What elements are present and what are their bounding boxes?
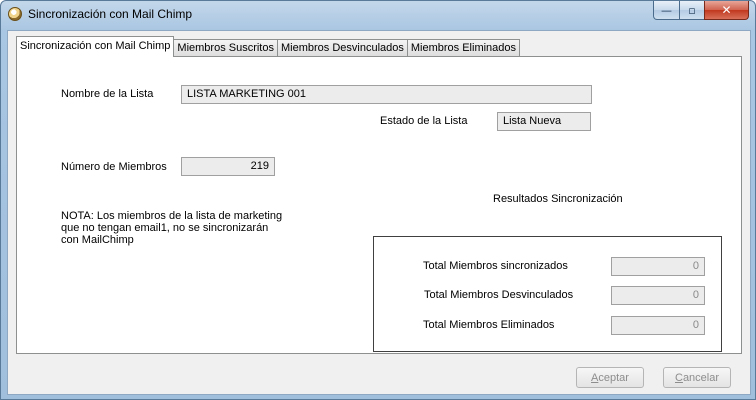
tab-sincronizacion[interactable]: Sincronización con Mail Chimp [16, 36, 175, 57]
maximize-icon: ▫ [688, 3, 696, 17]
minimize-button[interactable]: — [653, 1, 680, 20]
sync-note: NOTA: Los miembros de la lista de market… [61, 210, 291, 246]
dialog-client-area: Sincronización con Mail Chimp Miembros S… [7, 30, 751, 395]
close-button[interactable]: ✕ [704, 1, 749, 20]
minimize-icon: — [661, 3, 672, 17]
cancel-mnemonic: C [674, 371, 683, 384]
title-bar[interactable]: Sincronización con Mail Chimp — ▫ ✕ [1, 1, 755, 29]
cancel-button[interactable]: Cancelar [663, 367, 731, 388]
list-name-label: Nombre de la Lista [61, 88, 154, 100]
sync-note-line: que no tengan email1, no se sincronizará… [61, 222, 269, 234]
accept-mnemonic: A [591, 371, 599, 384]
cancel-label: ancelar [682, 371, 720, 384]
tab-strip: Sincronización con Mail Chimp Miembros S… [16, 36, 521, 57]
list-name-field[interactable]: LISTA MARKETING 001 [181, 85, 592, 104]
tab-miembros-eliminados[interactable]: Miembros Eliminados [406, 39, 521, 57]
synced-label: Total Miembros sincronizados [423, 260, 568, 272]
dialog-window: Sincronización con Mail Chimp — ▫ ✕ Sinc… [0, 0, 756, 400]
results-group: Total Miembros sincronizados 0 Total Mie… [373, 236, 722, 352]
list-state-field[interactable]: Lista Nueva [497, 112, 591, 131]
close-icon: ✕ [721, 3, 732, 17]
results-title: Resultados Sincronización [493, 193, 623, 205]
unlinked-label: Total Miembros Desvinculados [424, 289, 574, 301]
app-icon [8, 7, 22, 21]
tab-miembros-desvinculados[interactable]: Miembros Desvinculados [276, 39, 408, 57]
unlinked-field[interactable]: 0 [611, 286, 705, 305]
maximize-button[interactable]: ▫ [679, 1, 705, 20]
accept-label: ceptar [598, 371, 629, 384]
member-count-field[interactable]: 219 [181, 157, 275, 176]
sync-note-line: NOTA: Los miembros de la lista de market… [61, 210, 283, 222]
tab-miembros-suscritos[interactable]: Miembros Suscritos [173, 39, 278, 57]
tab-panel: Nombre de la Lista LISTA MARKETING 001 E… [16, 56, 742, 354]
accept-button[interactable]: Aceptar [576, 367, 644, 388]
window-title: Sincronización con Mail Chimp [28, 7, 193, 21]
member-count-label: Número de Miembros [61, 161, 167, 173]
sync-note-line: con MailChimp [61, 234, 134, 246]
deleted-label: Total Miembros Eliminados [423, 319, 555, 331]
list-state-label: Estado de la Lista [380, 115, 468, 127]
synced-field[interactable]: 0 [611, 257, 705, 276]
deleted-field[interactable]: 0 [611, 316, 705, 335]
